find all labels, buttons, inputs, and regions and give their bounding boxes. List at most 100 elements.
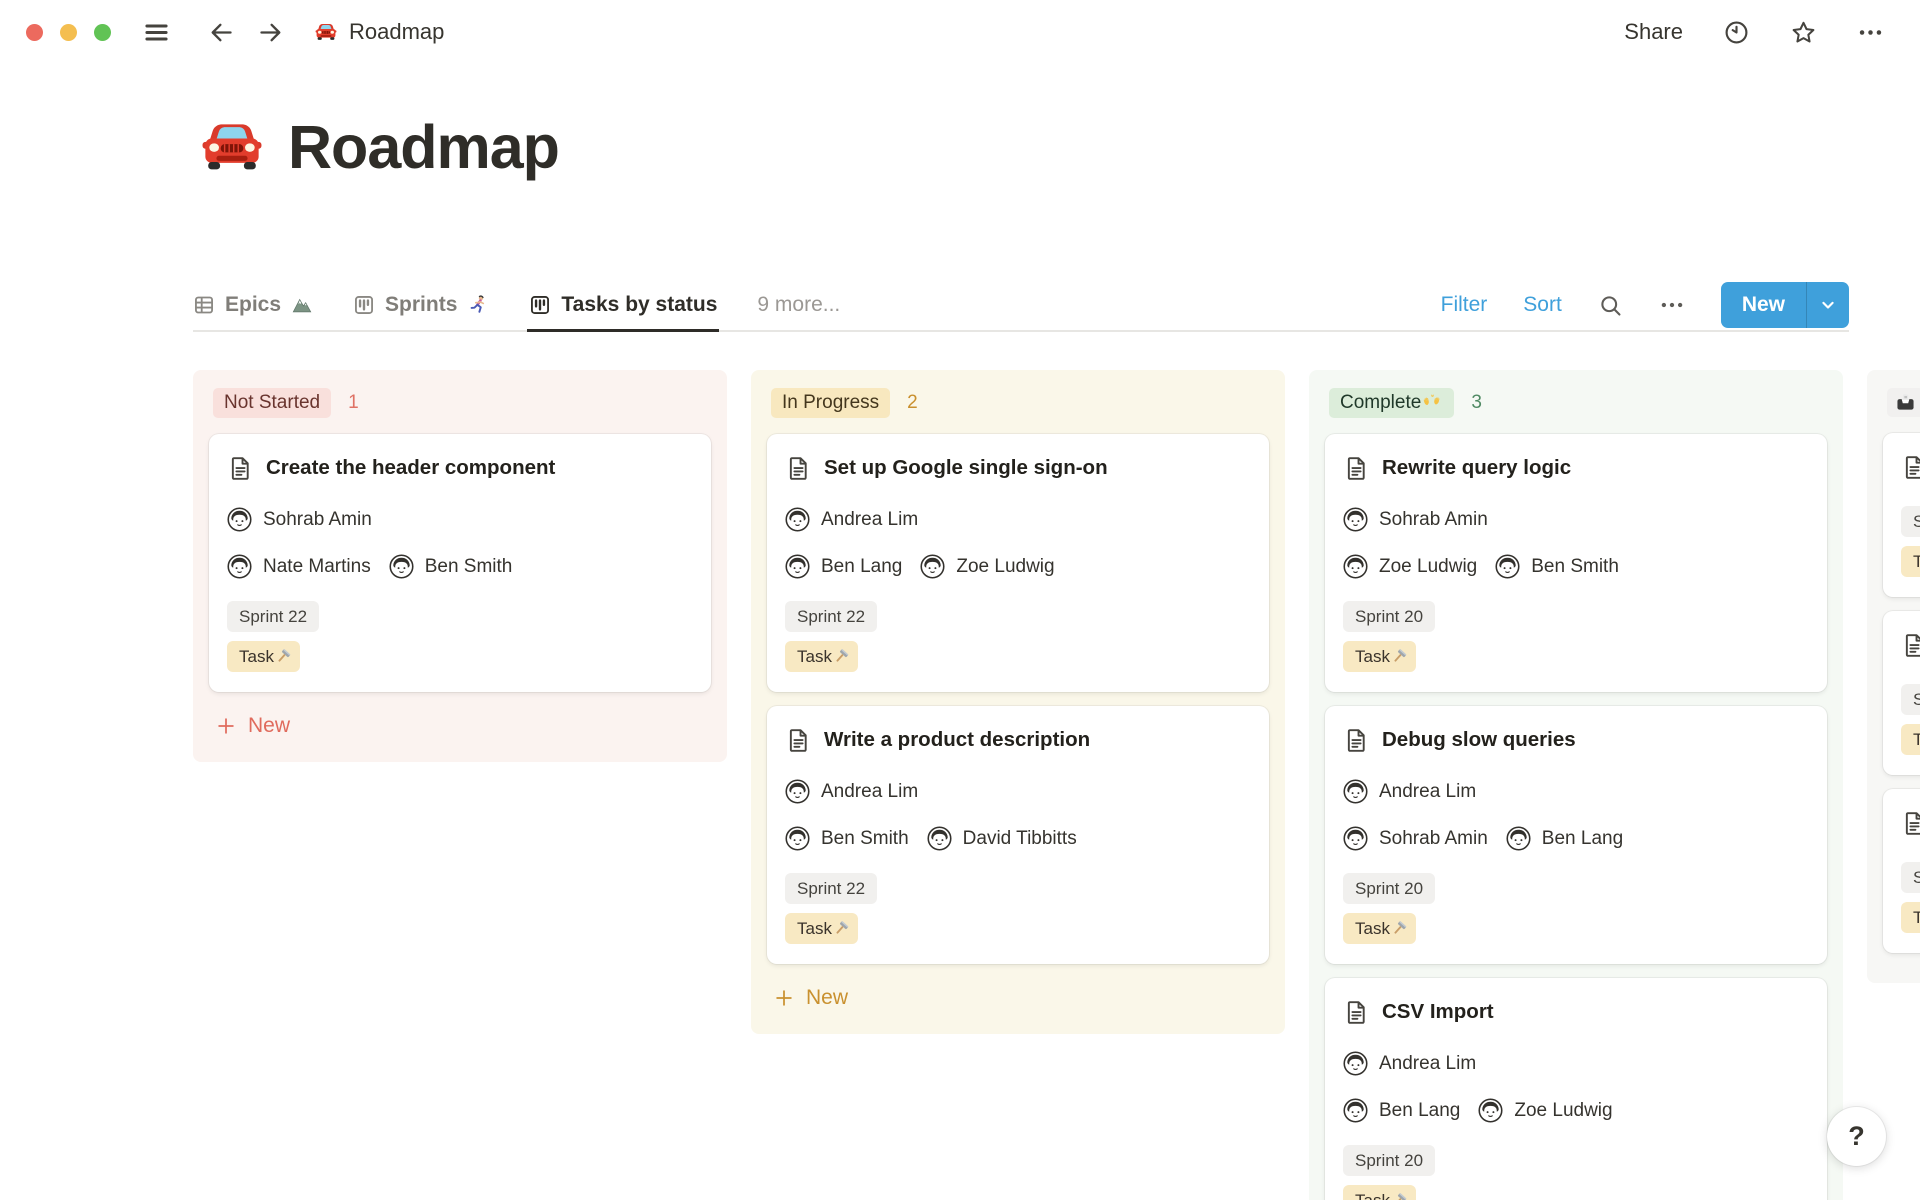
page-icon: [785, 727, 812, 754]
assignee: Andrea Lim: [785, 779, 918, 804]
favorite-star-icon[interactable]: [1790, 19, 1817, 46]
assignee: Ben Lang: [1506, 826, 1623, 851]
sprint-row: Sprint 20: [1343, 873, 1809, 904]
assignee-name: Nate Martins: [263, 556, 371, 578]
sort-button[interactable]: Sort: [1523, 293, 1562, 317]
search-icon[interactable]: [1598, 293, 1623, 318]
assignee-row: Sohrab Amin: [227, 507, 693, 532]
assignee-name: Andrea Lim: [1379, 781, 1476, 803]
assignee-name: Ben Smith: [1531, 556, 1619, 578]
status-badge[interactable]: In Progress: [771, 388, 890, 418]
breadcrumb[interactable]: Roadmap: [314, 19, 444, 45]
share-button[interactable]: Share: [1624, 19, 1683, 45]
minimize-window-button[interactable]: [60, 24, 77, 41]
assignee: Nate Martins: [227, 554, 371, 579]
card-title-text: Set up Google single sign-on: [824, 456, 1108, 480]
task-card[interactable]: Create the header componentSohrab AminNa…: [209, 434, 711, 692]
chevron-down-icon: [1818, 295, 1838, 315]
breadcrumb-title: Roadmap: [349, 19, 444, 45]
assignee: Sohrab Amin: [227, 507, 372, 532]
sprint-row: Sprint 20: [1343, 1145, 1809, 1176]
hammer-emoji: [833, 920, 851, 938]
tag-row: Task: [1343, 913, 1809, 944]
assignee-row: Nate Martins Ben Smith: [227, 554, 693, 579]
sprint-row: Sprint 22: [785, 601, 1251, 632]
new-button-label: New: [1721, 282, 1806, 328]
task-card[interactable]: Debug slow queries Andrea Lim Sohrab AminB…: [1325, 706, 1827, 964]
task-card[interactable]: CSV ImportAndrea LimBen LangZoe LudwigSp…: [1325, 978, 1827, 1200]
task-card[interactable]: Set up Google single sign-on Andrea Lim Be…: [767, 434, 1269, 692]
column-header: Not Started 1: [213, 388, 707, 418]
assignee-row: Ben LangZoe Ludwig: [785, 554, 1251, 579]
assignee: Sohrab Amin: [1343, 507, 1488, 532]
car-emoji: [314, 20, 338, 44]
sprint-row: Sprint 22: [785, 873, 1251, 904]
sidebar-menu-icon[interactable]: [143, 19, 170, 46]
task-tag: Task: [1343, 641, 1416, 672]
task-card[interactable]: Rewrite query logic Sohrab Amin Zoe Ludwig…: [1325, 434, 1827, 692]
avatar: [927, 826, 952, 851]
help-button[interactable]: ?: [1827, 1107, 1886, 1166]
assignee-name: Ben Lang: [821, 556, 902, 578]
assignee-row: Sohrab Amin: [1343, 507, 1809, 532]
column-header: [1887, 388, 1920, 417]
avatar: [1343, 507, 1368, 532]
tag-row: Task: [1901, 546, 1920, 577]
more-views-button[interactable]: 9 more...: [757, 293, 840, 317]
new-card-button[interactable]: New: [773, 986, 1263, 1010]
status-badge-label: In Progress: [782, 392, 879, 414]
page-title-text[interactable]: Roadmap: [288, 112, 559, 182]
assignee-row: Ben SmithDavid Tibbitts: [785, 826, 1251, 851]
avatar: [1343, 1098, 1368, 1123]
card-title-text: Rewrite query logic: [1382, 456, 1571, 480]
zoom-window-button[interactable]: [94, 24, 111, 41]
sprint-tag: Sprint 22: [785, 873, 877, 904]
task-card[interactable]: Write a product descriptionAndrea LimBen…: [767, 706, 1269, 964]
avatar: [785, 779, 810, 804]
assignee: Ben Smith: [1495, 554, 1619, 579]
avatar: [1343, 779, 1368, 804]
board-column: SprintTaskSprintTaskSprintTask: [1867, 370, 1920, 983]
assignee: Ben Smith: [389, 554, 513, 579]
close-window-button[interactable]: [26, 24, 43, 41]
page-icon: [1901, 632, 1920, 659]
sprint-row: Sprint 22: [227, 601, 693, 632]
task-card[interactable]: SprintTask: [1883, 789, 1920, 953]
status-badge-label: Complete: [1340, 392, 1421, 414]
forward-icon[interactable]: [257, 19, 284, 46]
column-count: 1: [348, 392, 359, 414]
hammer-emoji: [1391, 920, 1409, 938]
card-title-row: Rewrite query logic: [1343, 451, 1809, 485]
new-dropdown-button[interactable]: [1806, 282, 1849, 328]
card-title-row: Debug slow queries: [1343, 723, 1809, 757]
task-card[interactable]: SprintTask: [1883, 611, 1920, 775]
assignee-name: Sohrab Amin: [1379, 509, 1488, 531]
assignee: Ben Lang: [1343, 1098, 1460, 1123]
tab-sprints[interactable]: Sprints: [353, 278, 489, 332]
sprint-tag: Sprint: [1901, 684, 1920, 715]
back-icon[interactable]: [208, 19, 235, 46]
assignee: Andrea Lim: [785, 507, 918, 532]
avatar: [1506, 826, 1531, 851]
updates-clock-icon[interactable]: [1723, 19, 1750, 46]
sprint-row: Sprint: [1901, 684, 1920, 715]
avatar: [1343, 554, 1368, 579]
assignee: David Tibbitts: [927, 826, 1077, 851]
status-badge[interactable]: Complete: [1329, 388, 1454, 418]
new-card-button[interactable]: New: [215, 714, 705, 738]
avatar: [1343, 826, 1368, 851]
new-card-label: New: [248, 714, 290, 738]
plus-icon: [773, 987, 795, 1009]
filter-button[interactable]: Filter: [1441, 293, 1488, 317]
assignee-row: Andrea Lim: [785, 779, 1251, 804]
tab-epics[interactable]: Epics: [193, 278, 313, 332]
view-options-icon[interactable]: [1659, 292, 1685, 318]
tab-tasks-by-status[interactable]: Tasks by status: [529, 278, 717, 332]
task-card[interactable]: SprintTask: [1883, 433, 1920, 597]
more-menu-icon[interactable]: [1857, 19, 1884, 46]
assignee-row: Zoe LudwigBen Smith: [1343, 554, 1809, 579]
new-button[interactable]: New: [1721, 282, 1849, 328]
status-badge[interactable]: [1887, 388, 1920, 417]
status-badge[interactable]: Not Started: [213, 388, 331, 418]
assignee-row: Sohrab AminBen Lang: [1343, 826, 1809, 851]
